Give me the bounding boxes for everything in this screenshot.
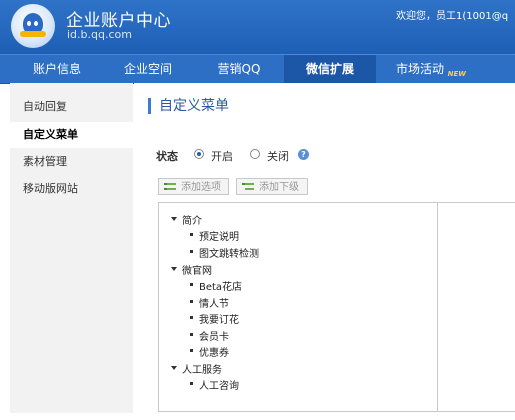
site-domain: id.b.qq.com <box>67 28 132 41</box>
main-nav: 账户信息 企业空间 营销QQ 微信扩展 市场活动 NEW <box>0 54 515 84</box>
add-item-button-label: 添加选项 <box>181 182 221 193</box>
sidebar-item-material-management[interactable]: 素材管理 <box>10 149 133 175</box>
logo-eye-right <box>34 21 38 26</box>
tree-item-member-card[interactable]: 会员卡 <box>199 328 229 343</box>
menu-tree-panel: 简介 预定说明 图文跳转检测 微官网 Beta花店 情人节 我要订花 会员卡 优… <box>158 202 438 412</box>
sidebar-item-mobile-site[interactable]: 移动版网站 <box>10 176 133 202</box>
tree-item-valentines-day[interactable]: 情人节 <box>199 295 229 310</box>
page-title: 自定义菜单 <box>148 98 229 114</box>
tree-group-intro[interactable]: 简介 <box>182 212 202 227</box>
list-indent-icon <box>242 183 254 191</box>
status-on-label[interactable]: 开启 <box>211 148 233 164</box>
sidebar-item-custom-menu[interactable]: 自定义菜单 <box>10 122 133 148</box>
logo-scarf <box>20 31 46 37</box>
menu-detail-panel <box>435 202 515 412</box>
tree-item-beta-florist[interactable]: Beta花店 <box>199 278 242 293</box>
tree-item-article-redirect-test[interactable]: 图文跳转检测 <box>199 245 259 260</box>
sidebar: 自动回复 自定义菜单 素材管理 移动版网站 <box>10 83 133 413</box>
tree-group-manual-service[interactable]: 人工服务 <box>182 361 222 376</box>
top-header: 企业账户中心 id.b.qq.com 欢迎您，员工1(1001@q <box>0 0 515 54</box>
logo-eye-left <box>27 21 31 26</box>
tree-item-manual-consult[interactable]: 人工咨询 <box>199 377 239 392</box>
nav-item-wechat-extension[interactable]: 微信扩展 <box>284 55 376 83</box>
status-off-radio[interactable] <box>250 149 260 159</box>
status-on-radio[interactable] <box>194 149 204 159</box>
expand-arrow-icon[interactable] <box>171 217 177 221</box>
add-item-button[interactable]: 添加选项 <box>158 178 229 195</box>
bullet-icon <box>190 349 193 352</box>
help-icon[interactable]: ? <box>298 149 309 160</box>
status-off-label[interactable]: 关闭 <box>267 148 289 164</box>
welcome-user-text[interactable]: 欢迎您，员工1(1001@q <box>396 7 508 22</box>
tree-item-coupon[interactable]: 优惠券 <box>199 344 229 359</box>
nav-item-marketing-qq[interactable]: 营销QQ <box>194 55 284 83</box>
sidebar-item-auto-reply[interactable]: 自动回复 <box>10 94 133 120</box>
bullet-icon <box>190 382 193 385</box>
nav-item-account-info[interactable]: 账户信息 <box>12 55 102 83</box>
tree-item-booking-info[interactable]: 预定说明 <box>199 228 239 243</box>
expand-arrow-icon[interactable] <box>171 366 177 370</box>
bullet-icon <box>190 300 193 303</box>
nav-item-market-activity[interactable]: 市场活动 NEW <box>380 55 466 83</box>
list-add-icon <box>164 183 176 191</box>
bullet-icon <box>190 250 193 253</box>
bullet-icon <box>190 283 193 286</box>
add-sub-button-label: 添加下级 <box>259 182 299 193</box>
qq-penguin-logo[interactable] <box>11 4 55 48</box>
tree-group-micro-site[interactable]: 微官网 <box>182 262 212 277</box>
add-sub-button[interactable]: 添加下级 <box>236 178 308 195</box>
nav-item-market-activity-label: 市场活动 <box>396 62 445 76</box>
nav-item-enterprise-space[interactable]: 企业空间 <box>102 55 194 83</box>
expand-arrow-icon[interactable] <box>171 267 177 271</box>
main-content: 自定义菜单 状态 开启 关闭 ? 添加选项 添加下级 简介 预定说明 图文跳转检… <box>134 83 515 420</box>
bullet-icon <box>190 316 193 319</box>
bullet-icon <box>190 333 193 336</box>
status-label: 状态 <box>156 150 178 163</box>
bullet-icon <box>190 233 193 236</box>
tree-item-order-flowers[interactable]: 我要订花 <box>199 311 239 326</box>
